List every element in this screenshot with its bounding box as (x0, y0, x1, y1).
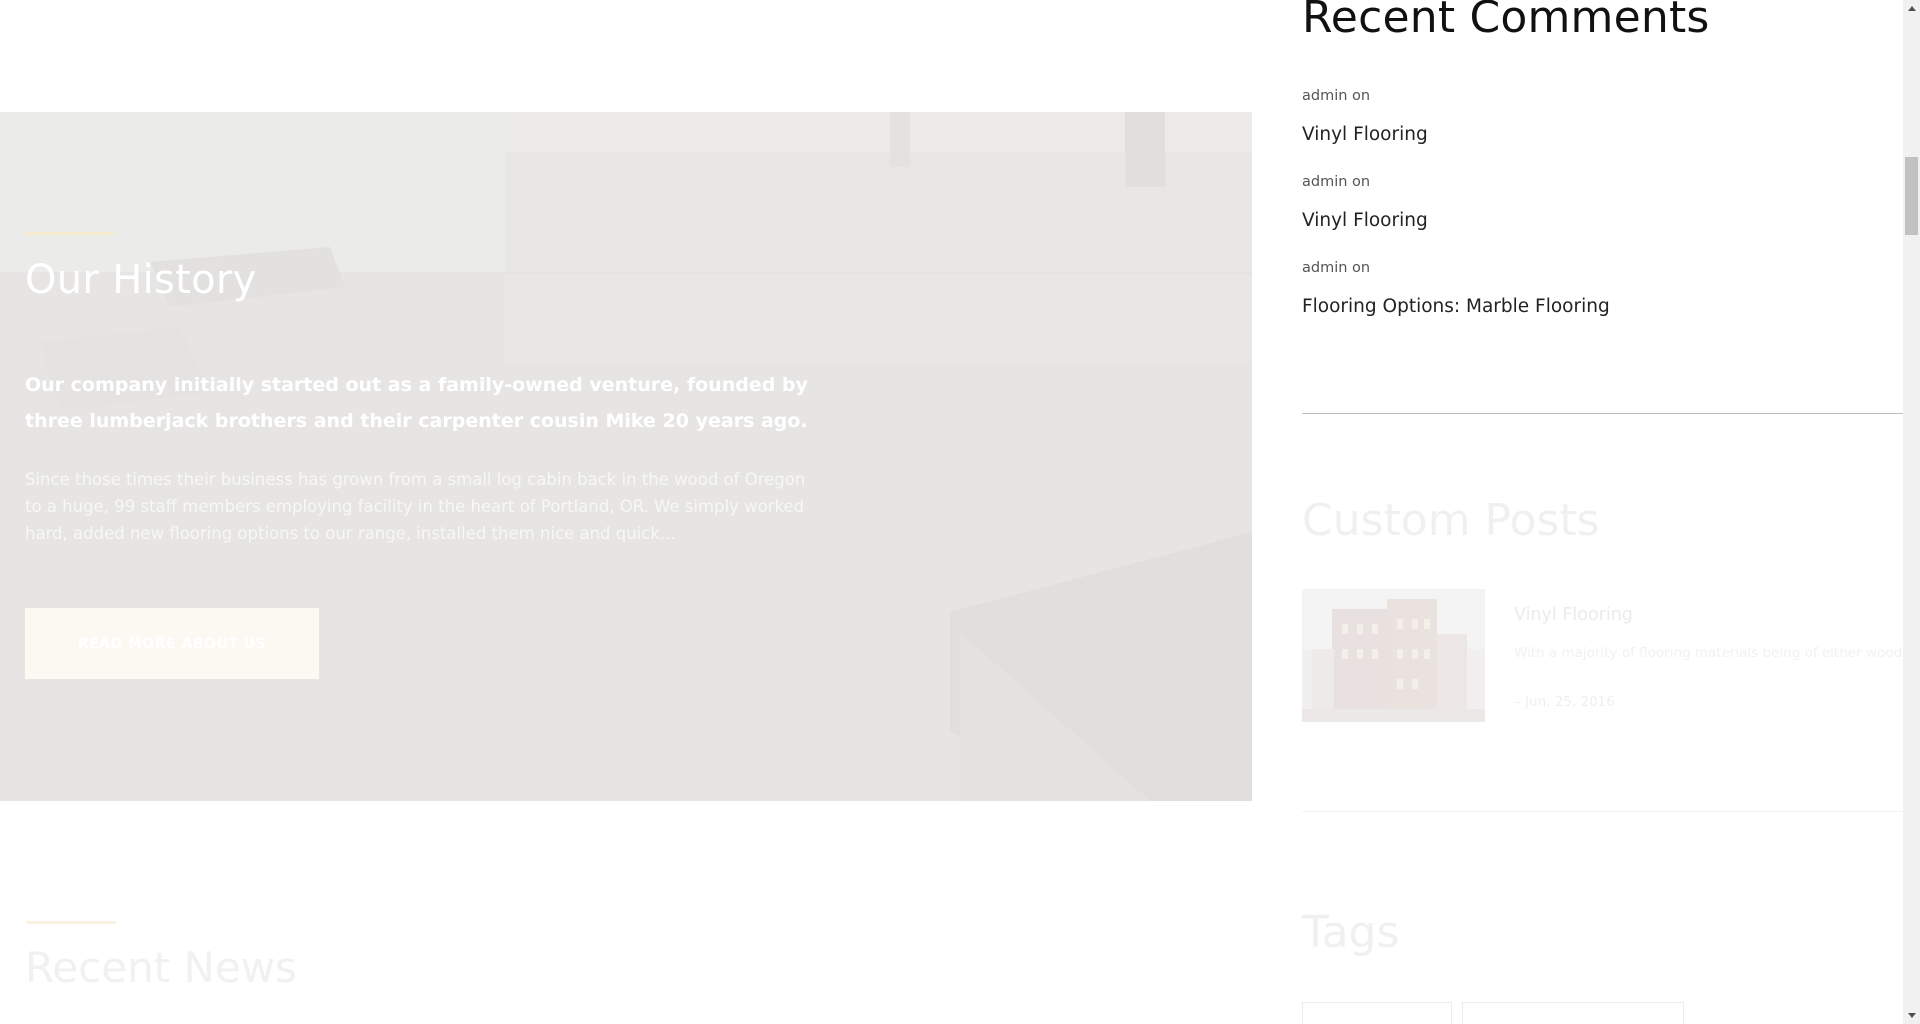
hero-title: Our History (25, 257, 257, 303)
triangle-up-icon[interactable] (1903, 0, 1920, 17)
custom-post-date: – Jun. 25, 2016 (1514, 694, 1615, 710)
building-thumbnail-icon (1302, 589, 1485, 722)
recent-comments-title: Recent Comments (1302, 0, 1710, 43)
hero-lead-text: Our company initially started out as a f… (25, 374, 808, 432)
comment-post-link[interactable]: Flooring Options: Marble Flooring (1302, 296, 1610, 317)
comment-author: admin on (1302, 260, 1371, 276)
our-history-section: Our History Our company initially starte… (0, 112, 1252, 801)
hero-body-text: Since those times their business has gro… (25, 470, 806, 543)
hero-background-image (0, 112, 1252, 801)
recent-news-title: Recent News (25, 943, 297, 992)
comment-post-link[interactable]: Vinyl Flooring (1302, 124, 1428, 145)
sidebar: Recent Comments admin on Vinyl Flooring … (1302, 0, 1907, 1024)
vertical-scrollbar[interactable] (1903, 0, 1920, 1024)
comment-author: admin on (1302, 88, 1371, 104)
scrollbar-thumb[interactable] (1905, 157, 1918, 235)
tag-chip[interactable] (1302, 1002, 1452, 1024)
building-thumbnail-image[interactable] (1302, 589, 1485, 722)
recent-news-accent-line (26, 921, 116, 924)
comment-post-link[interactable]: Vinyl Flooring (1302, 210, 1428, 231)
widget-divider (1302, 413, 1903, 414)
custom-post-excerpt: With a majority of flooring materials be… (1514, 645, 1907, 661)
custom-post-title-link[interactable]: Vinyl Flooring (1514, 605, 1633, 625)
page: Our History Our company initially starte… (0, 0, 1920, 1024)
tag-chip[interactable] (1462, 1002, 1684, 1024)
custom-posts-title: Custom Posts (1302, 495, 1600, 546)
title-accent-line (26, 232, 114, 235)
read-more-about-us-button[interactable]: Read more about us (25, 608, 319, 679)
widget-divider (1302, 811, 1903, 812)
tags-title: Tags (1302, 907, 1400, 958)
comment-author: admin on (1302, 174, 1371, 190)
triangle-down-icon[interactable] (1903, 1007, 1920, 1024)
